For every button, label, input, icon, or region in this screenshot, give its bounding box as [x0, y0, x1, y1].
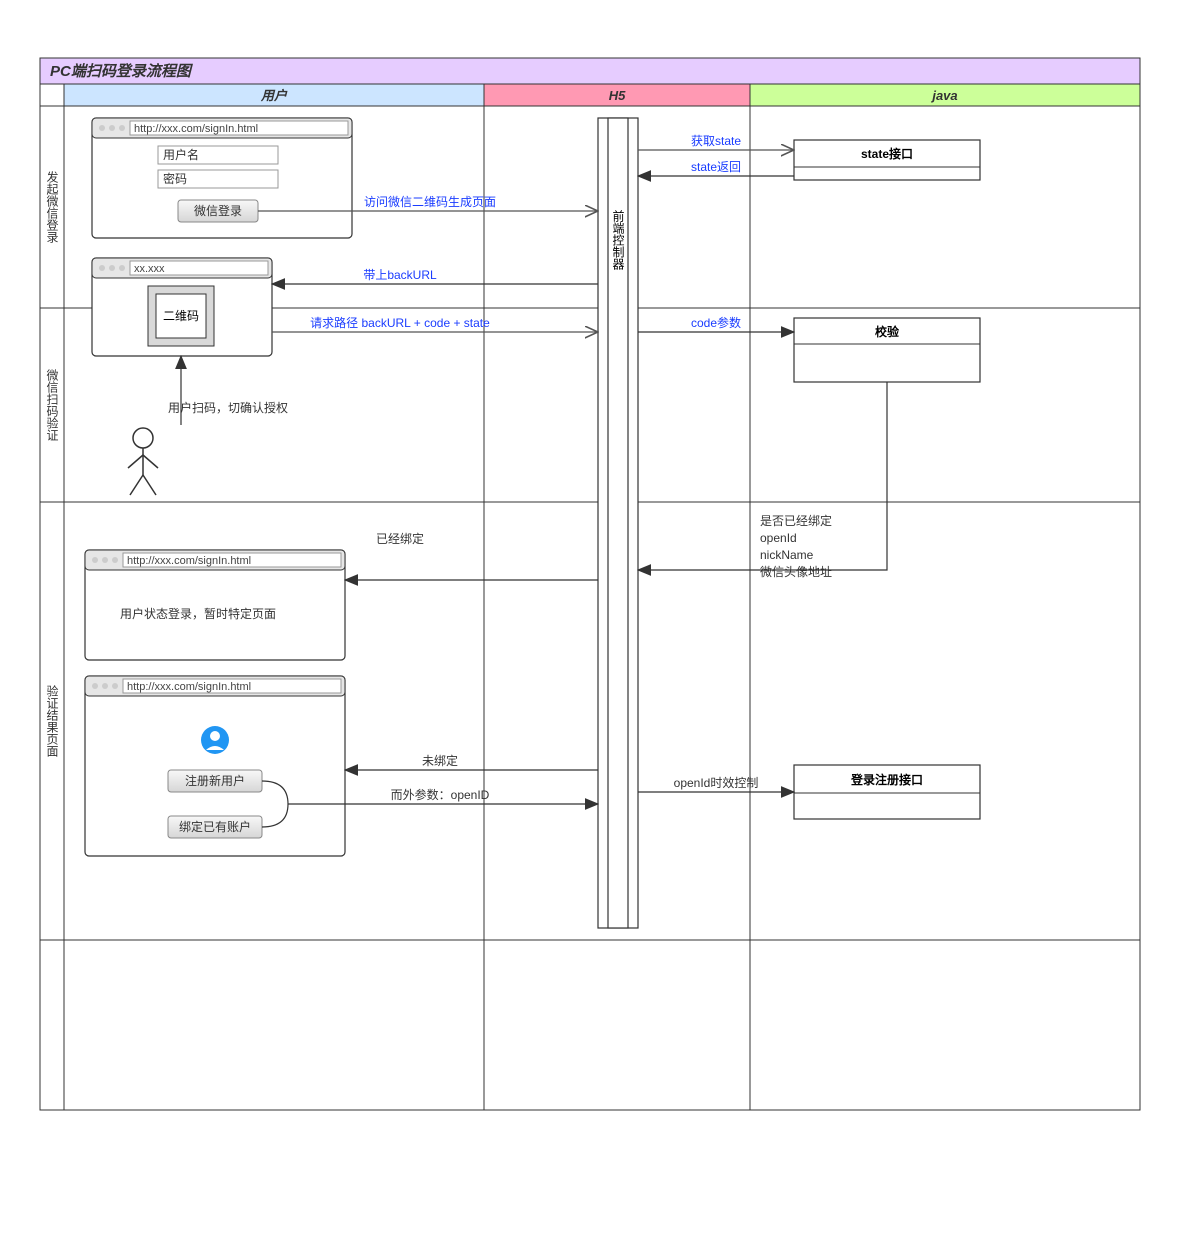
svg-text:xx.xxx: xx.xxx: [134, 263, 165, 275]
svg-text:注册新用户: 注册新用户: [185, 773, 245, 788]
row-label-1: 发起微信登录: [45, 170, 59, 243]
diagram-title: PC端扫码登录流程图: [50, 63, 194, 80]
svg-text:用户状态登录，暂时特定页面: 用户状态登录，暂时特定页面: [120, 606, 276, 621]
browser-status: http://xxx.com/signIn.html 用户状态登录，暂时特定页面: [85, 550, 345, 660]
svg-text:获取state: 获取state: [691, 134, 741, 148]
lane-h5-header: H5: [609, 88, 626, 103]
user-stick-figure: [128, 428, 158, 495]
svg-text:密码: 密码: [163, 171, 187, 186]
svg-text:未绑定: 未绑定: [422, 753, 458, 768]
java-login-box: 登录注册接口: [794, 765, 980, 819]
svg-text:已经绑定: 已经绑定: [376, 531, 424, 546]
svg-text:http://xxx.com/signIn.html: http://xxx.com/signIn.html: [134, 123, 258, 135]
svg-text:code参数: code参数: [691, 315, 741, 330]
svg-text:校验: 校验: [875, 324, 900, 339]
row-label-2: 微信扫码验证: [45, 369, 59, 441]
svg-text:二维码: 二维码: [163, 309, 199, 323]
svg-text:微信头像地址: 微信头像地址: [760, 565, 832, 579]
svg-text:用户名: 用户名: [163, 147, 199, 162]
svg-text:http://xxx.com/signIn.html: http://xxx.com/signIn.html: [127, 681, 251, 693]
scan-note: 用户扫码，切确认授权: [168, 400, 288, 415]
browser-signin: http://xxx.com/signIn.html 用户名 密码 微信登录: [92, 118, 352, 238]
svg-text:带上backURL: 带上backURL: [363, 268, 437, 282]
java-state-box: state接口: [794, 140, 980, 180]
browser-register: http://xxx.com/signIn.html 注册新用户 绑定已有账户: [85, 676, 345, 856]
lane-java-header: java: [930, 88, 957, 103]
svg-text:nickName: nickName: [760, 548, 814, 562]
browser-qr: xx.xxx 二维码: [92, 258, 272, 356]
svg-text:请求路径 backURL + code + state: 请求路径 backURL + code + state: [310, 315, 490, 330]
svg-text:微信登录: 微信登录: [194, 203, 242, 218]
svg-text:绑定已有账户: 绑定已有账户: [179, 819, 251, 834]
flowchart-diagram: PC端扫码登录流程图 用户 H5 java 发起微信登录 微信扫码验证 验证结果…: [0, 0, 1184, 1251]
svg-text:而外参数：openID: 而外参数：openID: [391, 787, 490, 802]
svg-text:是否已经绑定: 是否已经绑定: [760, 513, 832, 528]
svg-text:openId: openId: [760, 531, 797, 545]
svg-text:登录注册接口: 登录注册接口: [850, 772, 923, 787]
svg-text:http://xxx.com/signIn.html: http://xxx.com/signIn.html: [127, 555, 251, 567]
svg-text:openId时效控制: openId时效控制: [674, 775, 759, 790]
svg-text:state接口: state接口: [861, 146, 913, 161]
h5-controller-label: 前端控制器: [611, 209, 625, 271]
row-label-3: 验证结果页面: [45, 684, 59, 757]
svg-text:state返回: state返回: [691, 160, 741, 174]
java-verify-box: 校验: [794, 318, 980, 382]
lane-user-header: 用户: [260, 88, 288, 103]
svg-text:访问微信二维码生成页面: 访问微信二维码生成页面: [364, 195, 496, 209]
